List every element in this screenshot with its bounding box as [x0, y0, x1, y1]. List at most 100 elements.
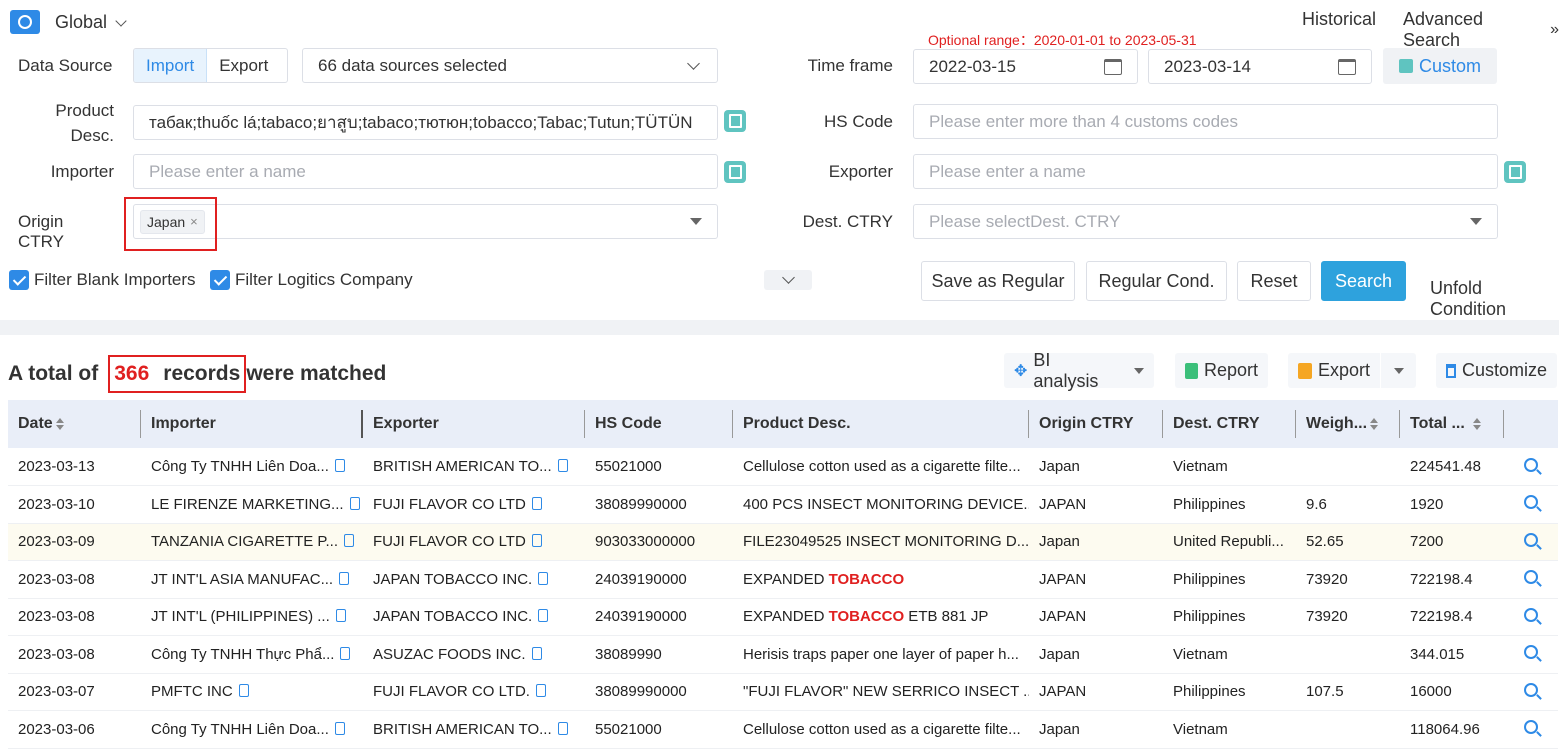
cell-importer[interactable]: LE FIRENZE MARKETING...	[141, 485, 363, 524]
column-header-date[interactable]: Date	[8, 400, 141, 448]
sort-icon[interactable]	[55, 417, 64, 430]
copy-icon[interactable]	[557, 459, 568, 472]
search-icon[interactable]	[1524, 645, 1538, 660]
advanced-search-link[interactable]: Advanced Search »	[1403, 9, 1559, 51]
cell-importer[interactable]: Công Ty TNHH Liên Doa...	[141, 448, 363, 486]
search-icon[interactable]	[1524, 495, 1538, 510]
column-header-weight[interactable]: Weigh...	[1296, 400, 1400, 448]
hs-code-input[interactable]: Please enter more than 4 customs codes	[913, 104, 1498, 139]
collapse-toggle[interactable]	[764, 270, 812, 290]
report-button[interactable]: Report	[1175, 353, 1268, 388]
copy-icon[interactable]	[340, 646, 351, 660]
export-toggle[interactable]: Export	[207, 49, 280, 82]
date-from-input[interactable]: 2022-03-15	[913, 49, 1138, 84]
search-icon[interactable]	[1524, 607, 1538, 622]
import-toggle[interactable]: Import	[134, 49, 208, 82]
unfold-condition-link[interactable]: Unfold Condition	[1430, 278, 1559, 320]
table-row[interactable]: 2023-03-13 Công Ty TNHH Liên Doa... BRITIS…	[8, 448, 1558, 486]
export-dropdown[interactable]	[1380, 353, 1416, 388]
cell-importer[interactable]: TANZANIA CIGARETTE P...	[141, 523, 363, 561]
copy-icon[interactable]	[531, 534, 542, 548]
regular-cond-button[interactable]: Regular Cond.	[1086, 261, 1227, 301]
cell-exporter[interactable]: BRITISH AMERICAN TO...	[363, 710, 585, 749]
cell-exporter[interactable]: BRITISH AMERICAN TO...	[363, 448, 585, 486]
historical-link[interactable]: Historical	[1302, 9, 1376, 30]
importer-name[interactable]: JT INT'L ASIA MANUFAC...	[151, 571, 333, 588]
cell-importer[interactable]: Công Ty TNHH Liên Doa...	[141, 710, 363, 749]
globe-icon[interactable]	[10, 10, 40, 34]
sort-icon[interactable]	[1370, 417, 1379, 430]
cell-exporter[interactable]: FUJI FLAVOR CO LTD	[363, 523, 585, 561]
table-row[interactable]: 2023-03-07 PMFTC INC FUJI FLAVOR CO LTD. 38…	[8, 673, 1558, 711]
cell-exporter[interactable]: JAPAN TOBACCO INC.	[363, 560, 585, 599]
search-icon[interactable]	[1524, 682, 1538, 697]
search-icon[interactable]	[1524, 720, 1538, 735]
save-as-regular-button[interactable]: Save as Regular	[921, 261, 1075, 301]
table-row[interactable]: 2023-03-06 Công Ty TNHH Liên Doa... BRITIS…	[8, 710, 1558, 749]
dest-ctry-select[interactable]: Please selectDest. CTRY	[913, 204, 1498, 239]
copy-icon[interactable]	[531, 646, 542, 660]
copy-icon[interactable]	[557, 721, 568, 735]
exporter-input[interactable]: Please enter a name	[913, 154, 1498, 189]
importer-name[interactable]: TANZANIA CIGARETTE P...	[151, 533, 338, 550]
exporter-name[interactable]: BRITISH AMERICAN TO...	[373, 721, 552, 738]
table-row[interactable]: 2023-03-08 Công Ty TNHH Thực Phẩ... ASUZAC…	[8, 635, 1558, 674]
copy-icon[interactable]	[334, 459, 345, 472]
table-row[interactable]: 2023-03-09 TANZANIA CIGARETTE P... FUJI FL…	[8, 523, 1558, 561]
table-row[interactable]: 2023-03-10 LE FIRENZE MARKETING... FUJI FL…	[8, 485, 1558, 524]
cell-importer[interactable]: JT INT'L (PHILIPPINES) ...	[141, 598, 363, 636]
importer-name[interactable]: Công Ty TNHH Liên Doa...	[151, 458, 329, 475]
column-header-total[interactable]: Total ...	[1400, 400, 1504, 448]
cell-exporter[interactable]: ASUZAC FOODS INC.	[363, 635, 585, 674]
date-to-input[interactable]: 2023-03-14	[1148, 49, 1372, 84]
exporter-name[interactable]: BRITISH AMERICAN TO...	[373, 458, 552, 475]
table-row[interactable]: 2023-03-08 JT INT'L ASIA MANUFAC... JAPAN …	[8, 560, 1558, 599]
search-icon[interactable]	[1524, 532, 1538, 547]
copy-icon[interactable]	[538, 609, 549, 623]
search-icon[interactable]	[1524, 457, 1538, 472]
importer-name[interactable]: PMFTC INC	[151, 683, 233, 700]
cell-importer[interactable]: Công Ty TNHH Thực Phẩ...	[141, 635, 363, 674]
copy-icon[interactable]	[339, 571, 350, 585]
search-icon[interactable]	[1524, 570, 1538, 585]
customize-button[interactable]: Customize	[1436, 353, 1557, 388]
cell-exporter[interactable]: FUJI FLAVOR CO LTD	[363, 485, 585, 524]
custom-button[interactable]: Custom	[1383, 48, 1497, 84]
paste-icon[interactable]	[724, 161, 746, 183]
copy-icon[interactable]	[349, 496, 360, 510]
sort-icon[interactable]	[1472, 417, 1481, 430]
importer-name[interactable]: JT INT'L (PHILIPPINES) ...	[151, 608, 330, 625]
cell-importer[interactable]: JT INT'L ASIA MANUFAC...	[141, 560, 363, 599]
importer-name[interactable]: Công Ty TNHH Thực Phẩ...	[151, 646, 334, 663]
exporter-name[interactable]: JAPAN TOBACCO INC.	[373, 571, 532, 588]
copy-icon[interactable]	[343, 534, 354, 548]
copy-icon[interactable]	[238, 684, 249, 698]
filter-blank-importers-checkbox[interactable]: Filter Blank Importers	[9, 270, 196, 290]
copy-icon[interactable]	[538, 571, 549, 585]
bi-analysis-button[interactable]: ✥ BI analysis	[1004, 350, 1154, 391]
copy-icon[interactable]	[334, 721, 345, 735]
region-selector[interactable]: Global	[55, 12, 127, 33]
product-desc-input[interactable]: табак;thuốc lá;tabaco;ยาสูบ;tabaco;тютюн…	[133, 105, 718, 140]
exporter-name[interactable]: FUJI FLAVOR CO LTD	[373, 533, 526, 550]
cell-exporter[interactable]: FUJI FLAVOR CO LTD.	[363, 673, 585, 711]
table-row[interactable]: 2023-03-08 JT INT'L (PHILIPPINES) ... JAPA…	[8, 598, 1558, 636]
filter-logistics-checkbox[interactable]: Filter Logitics Company	[210, 270, 413, 290]
exporter-name[interactable]: FUJI FLAVOR CO LTD	[373, 496, 526, 513]
copy-icon[interactable]	[531, 496, 542, 510]
search-button[interactable]: Search	[1321, 261, 1406, 301]
copy-icon[interactable]	[335, 609, 346, 623]
exporter-name[interactable]: ASUZAC FOODS INC.	[373, 646, 526, 663]
copy-icon[interactable]	[535, 684, 546, 698]
origin-ctry-select[interactable]: Japan ×	[133, 204, 718, 239]
exporter-name[interactable]: FUJI FLAVOR CO LTD.	[373, 683, 530, 700]
reset-button[interactable]: Reset	[1237, 261, 1311, 301]
importer-input[interactable]: Please enter a name	[133, 154, 718, 189]
importer-name[interactable]: LE FIRENZE MARKETING...	[151, 496, 344, 513]
cell-importer[interactable]: PMFTC INC	[141, 673, 363, 711]
importer-name[interactable]: Công Ty TNHH Liên Doa...	[151, 721, 329, 738]
paste-icon[interactable]	[724, 110, 746, 132]
export-button[interactable]: Export	[1288, 353, 1416, 388]
paste-icon[interactable]	[1504, 161, 1526, 183]
cell-exporter[interactable]: JAPAN TOBACCO INC.	[363, 598, 585, 636]
